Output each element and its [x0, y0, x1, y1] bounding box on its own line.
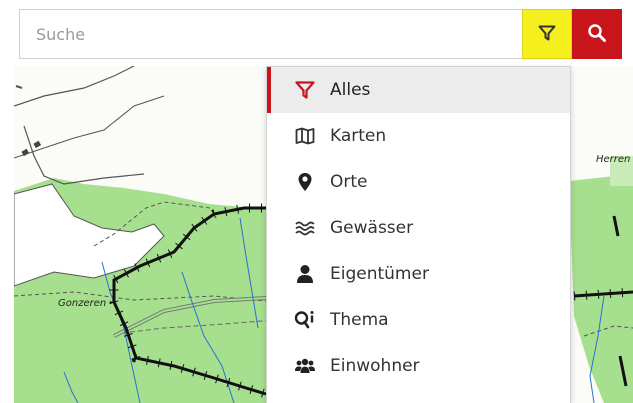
search-input[interactable] [19, 9, 522, 59]
filter-option-label: Eigentümer [330, 264, 429, 284]
search-button[interactable] [572, 9, 622, 59]
map-place-label: Herren [596, 154, 630, 165]
filter-button[interactable] [522, 9, 572, 59]
building [33, 140, 42, 149]
map-icon [294, 125, 316, 147]
search-bar [19, 9, 622, 59]
water-icon [294, 217, 316, 239]
users-icon [294, 355, 316, 377]
filter-option-orte[interactable]: Orte [267, 159, 570, 205]
filter-option-label: Gewässer [330, 218, 414, 238]
filter-option-einwohner[interactable]: Einwohner [267, 343, 570, 389]
filter-option-gewaesser[interactable]: Gewässer [267, 205, 570, 251]
filter-option-label: Orte [330, 172, 368, 192]
road [23, 125, 145, 185]
user-icon [294, 263, 316, 285]
filter-option-eigentuemer[interactable]: Eigentümer [267, 251, 570, 297]
map-place-label: Gonzeren [58, 298, 106, 309]
filter-icon [294, 79, 316, 101]
filter-option-alles[interactable]: Alles [267, 67, 570, 113]
road [14, 95, 165, 159]
filter-option-karten[interactable]: Karten [267, 113, 570, 159]
search-icon [587, 23, 607, 46]
filter-option-label: Karten [330, 126, 387, 146]
filter-option-label: Alles [330, 80, 371, 100]
road [14, 66, 135, 107]
filter-option-label: Einwohner [330, 356, 420, 376]
theme-search-icon [294, 309, 316, 331]
map-marker-icon [294, 171, 316, 193]
filter-dropdown: Alles Karten Orte Gewässer Eigentümer Th… [266, 66, 571, 403]
filter-option-thema[interactable]: Thema [267, 297, 570, 343]
road [15, 85, 23, 89]
filter-option-label: Thema [330, 310, 389, 330]
filter-icon [538, 25, 556, 44]
